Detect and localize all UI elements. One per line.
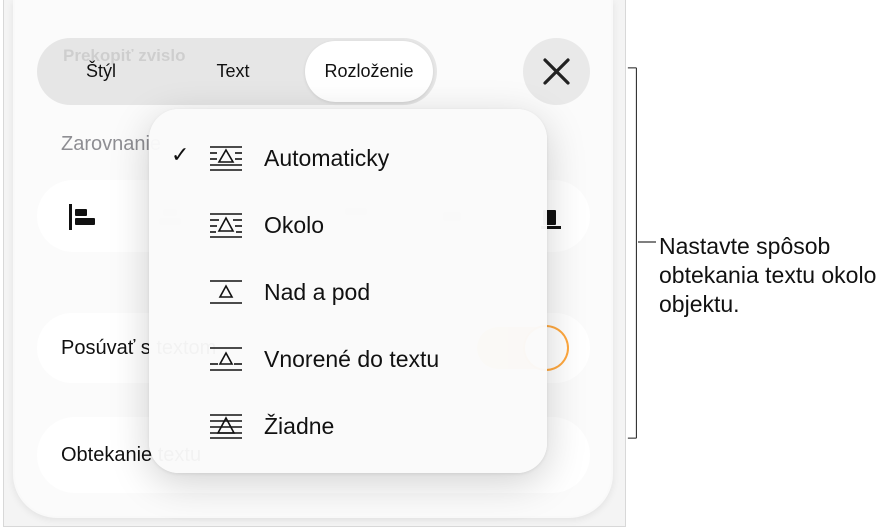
- menu-item-around[interactable]: Okolo: [149, 195, 547, 255]
- callout-leader-line: [638, 241, 656, 243]
- menu-item-label: Nad a pod: [264, 278, 371, 305]
- menu-item-label: Automaticky: [264, 144, 390, 171]
- callout-text: Nastavte spôsob obtekania textu okolo ob…: [659, 233, 877, 317]
- checkmark-icon: ✓: [171, 142, 190, 167]
- menu-item-above-below[interactable]: Nad a pod: [149, 262, 547, 322]
- menu-item-label: Okolo: [264, 211, 325, 238]
- menu-item-label: Vnorené do textu: [264, 345, 440, 372]
- menu-item-label: Žiadne: [264, 412, 335, 439]
- section-header-alignment: Zarovnanie: [61, 133, 162, 155]
- callout-bracket: [627, 67, 637, 439]
- text-wrap-menu: ✓ Automaticky Okolo Nad a pod Vnorené do…: [149, 109, 547, 473]
- wrap-above-below-icon: [210, 280, 242, 304]
- menu-item-none[interactable]: Žiadne: [149, 396, 547, 456]
- tab-segmented-control: Prekopiť zvislo Štýl Text Rozloženie: [37, 38, 437, 105]
- wrap-none-icon: [210, 414, 242, 439]
- tab-text[interactable]: Text: [185, 38, 281, 105]
- menu-item-inline[interactable]: Vnorené do textu: [149, 329, 547, 389]
- tab-layout[interactable]: Rozloženie: [305, 41, 433, 102]
- align-left-icon[interactable]: [67, 202, 97, 232]
- wrap-around-icon: [210, 213, 242, 238]
- wrap-automatic-icon: [210, 146, 242, 171]
- close-icon: [543, 58, 570, 85]
- menu-item-automatic[interactable]: ✓ Automaticky: [149, 128, 547, 188]
- close-button[interactable]: [523, 38, 590, 105]
- wrap-inline-icon: [210, 347, 242, 371]
- tab-style[interactable]: Štýl: [53, 38, 149, 105]
